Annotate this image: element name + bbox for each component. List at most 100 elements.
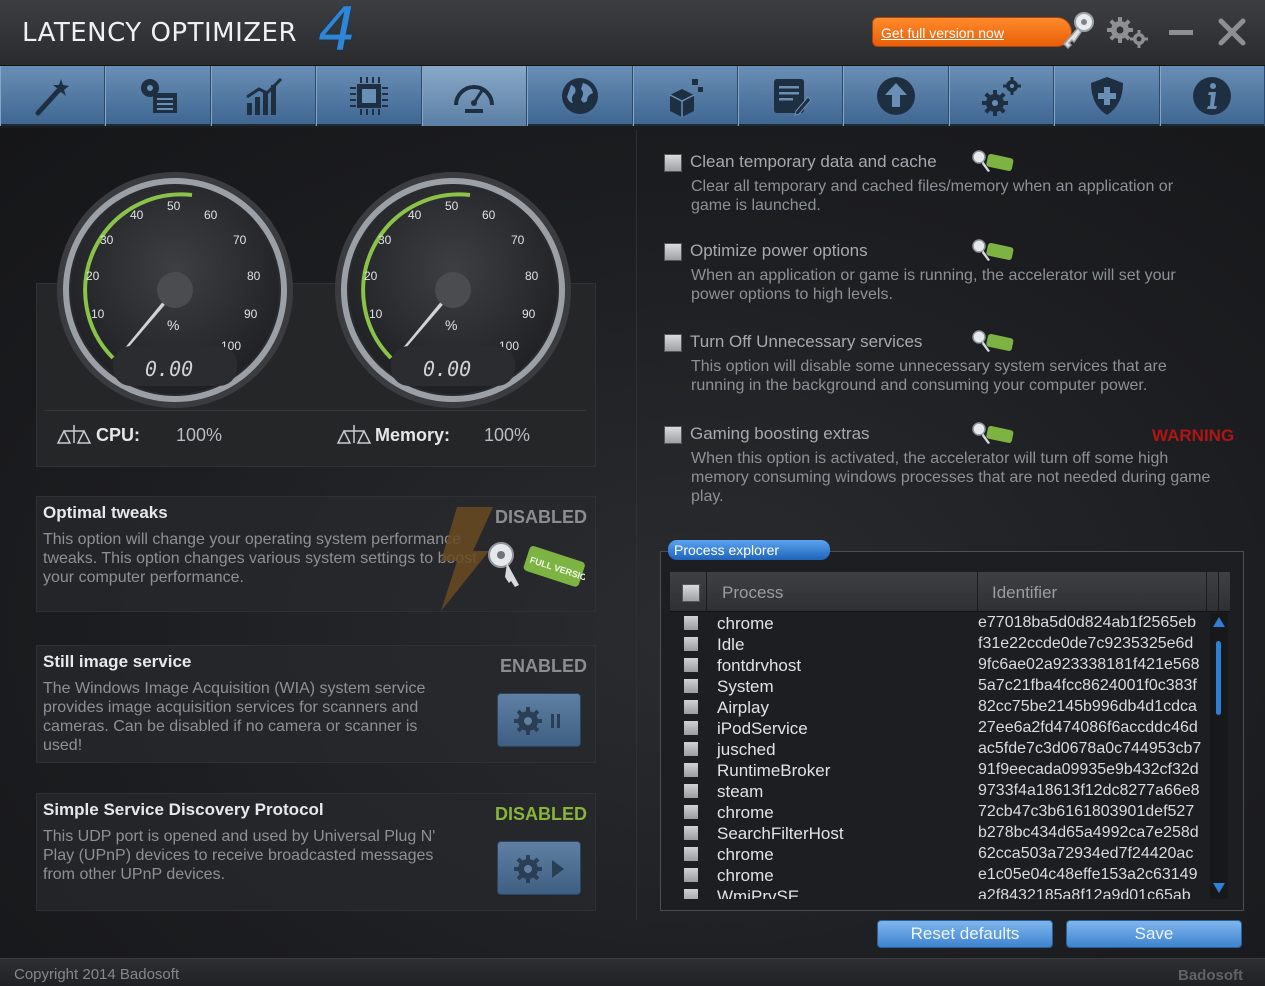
process-identifier: b278bc434d65a4992ca7e258d bbox=[978, 824, 1199, 841]
globe-icon bbox=[561, 78, 598, 114]
cpu-label: CPU: bbox=[96, 425, 140, 446]
row-checkbox[interactable] bbox=[684, 889, 698, 899]
cpu-readout: 0.00 bbox=[145, 357, 193, 381]
gauge-tick: 40 bbox=[408, 208, 422, 222]
pause-service-button[interactable] bbox=[497, 693, 581, 747]
column-separator bbox=[1218, 572, 1219, 612]
clean-temp-checkbox[interactable] bbox=[664, 154, 682, 172]
scroll-up-arrow-icon[interactable] bbox=[1213, 617, 1225, 627]
process-identifier: 62cca503a72934ed7f24420ac bbox=[978, 845, 1194, 862]
toolbar-speedometer[interactable] bbox=[421, 66, 528, 126]
process-name: System bbox=[717, 677, 774, 696]
process-name: Airplay bbox=[717, 698, 769, 717]
reset-defaults-button[interactable]: Reset defaults bbox=[877, 920, 1053, 948]
row-checkbox[interactable] bbox=[684, 868, 698, 882]
process-identifier: 82cc75be2145b996db4d1cdca bbox=[978, 698, 1197, 715]
row-checkbox[interactable] bbox=[684, 847, 698, 861]
toolbar-protection[interactable] bbox=[1054, 66, 1160, 126]
copyright-text: Copyright 2014 Badosoft bbox=[14, 966, 180, 983]
memory-value: 100% bbox=[484, 425, 531, 445]
table-row[interactable]: iPodService 27ee6a2fd474086f6accddc46d bbox=[670, 718, 1208, 739]
process-identifier: 91f9eecada09935e9b432cf32d bbox=[978, 761, 1199, 778]
option-description: The Windows Image Acquisition (WIA) syst… bbox=[43, 680, 426, 754]
row-checkbox[interactable] bbox=[684, 721, 698, 735]
process-identifier: 9fc6ae02a923338181f421e568 bbox=[978, 656, 1200, 673]
still-image-service-panel: Still image service The Windows Image Ac… bbox=[36, 645, 596, 763]
process-name: chrome bbox=[717, 614, 774, 633]
column-header-process[interactable]: Process bbox=[722, 583, 783, 603]
process-table-body: chrome e77018ba5d0d824ab1f2565eb Idle f31e… bbox=[670, 613, 1208, 899]
scroll-down-arrow-icon[interactable] bbox=[1213, 883, 1225, 893]
bar-chart-icon bbox=[245, 77, 282, 115]
notes-icon bbox=[773, 79, 812, 116]
table-row[interactable]: fontdrvhost 9fc6ae02a923338181f421e568 bbox=[670, 655, 1208, 676]
toolbar-network[interactable] bbox=[527, 66, 633, 126]
toolbar-wizard[interactable] bbox=[0, 66, 106, 126]
table-row[interactable]: chrome 62cca503a72934ed7f24420ac bbox=[670, 844, 1208, 865]
table-row[interactable]: chrome e77018ba5d0d824ab1f2565eb bbox=[670, 613, 1208, 634]
power-options-checkbox[interactable] bbox=[664, 243, 682, 261]
row-checkbox[interactable] bbox=[684, 784, 698, 798]
table-row[interactable]: chrome 72cb47c3b6161803901def527 bbox=[670, 802, 1208, 823]
process-identifier: 27ee6a2fd474086f6accddc46d bbox=[978, 719, 1198, 736]
full-version-key-icon bbox=[972, 239, 1014, 261]
table-row[interactable]: System 5a7c21fba4fcc8624001f0c383f bbox=[670, 676, 1208, 697]
process-identifier: 72cb47c3b6161803901def527 bbox=[978, 803, 1195, 820]
column-header-identifier[interactable]: Identifier bbox=[992, 583, 1057, 603]
close-icon[interactable] bbox=[1216, 16, 1248, 48]
row-checkbox[interactable] bbox=[684, 805, 698, 819]
toolbar-modules[interactable] bbox=[632, 66, 738, 126]
toolbar-notes[interactable] bbox=[737, 66, 844, 126]
cubes-icon bbox=[669, 79, 704, 117]
scroll-thumb[interactable] bbox=[1216, 641, 1221, 715]
process-name: WmiPrvSE bbox=[717, 887, 800, 899]
table-row[interactable]: SearchFilterHost b278bc434d65a4992ca7e258… bbox=[670, 823, 1208, 844]
row-checkbox[interactable] bbox=[684, 658, 698, 672]
toolbar-cpu[interactable] bbox=[316, 66, 422, 126]
settings-gear-icon[interactable] bbox=[1106, 15, 1150, 49]
table-row[interactable]: RuntimeBroker 91f9eecada09935e9b432cf32d bbox=[670, 760, 1208, 781]
save-button[interactable]: Save bbox=[1066, 920, 1242, 948]
toolbar-settings-list[interactable] bbox=[105, 66, 211, 126]
toolbar-statistics[interactable] bbox=[210, 66, 317, 126]
table-row[interactable]: Airplay 82cc75be2145b996db4d1cdca bbox=[670, 697, 1208, 718]
table-row[interactable]: WmiPrvSE a2f8432185a8f12a9d01c65ab bbox=[670, 886, 1208, 899]
gauge-tick: 20 bbox=[364, 269, 378, 283]
balance-scale-icon bbox=[336, 425, 372, 444]
ssdp-panel: Simple Service Discovery Protocol This U… bbox=[36, 793, 596, 911]
services-checkbox[interactable] bbox=[664, 334, 682, 352]
option-title: Optimize power options bbox=[690, 241, 868, 260]
row-checkbox[interactable] bbox=[684, 826, 698, 840]
balance-scale-icon bbox=[56, 425, 92, 444]
table-row[interactable]: steam 9733f4a18613f12dc8277a66e8 bbox=[670, 781, 1208, 802]
process-explorer-tab[interactable]: Process explorer bbox=[668, 540, 830, 560]
toolbar-update[interactable] bbox=[843, 66, 949, 126]
process-list-scrollbar[interactable] bbox=[1210, 613, 1228, 899]
start-service-button[interactable] bbox=[497, 841, 581, 895]
gauge-tick: 70 bbox=[233, 233, 247, 247]
row-checkbox[interactable] bbox=[684, 742, 698, 756]
row-checkbox[interactable] bbox=[684, 700, 698, 714]
table-row[interactable]: jusched ac5fde7c3d0678a0c744953cb7 bbox=[670, 739, 1208, 760]
gear-play-icon bbox=[514, 855, 564, 883]
column-separator bbox=[977, 572, 978, 612]
toolbar-info[interactable] bbox=[1159, 66, 1265, 126]
table-row[interactable]: Idle f31e22ccde0de7c9235325e6d bbox=[670, 634, 1208, 655]
minimize-icon[interactable] bbox=[1168, 20, 1194, 44]
row-checkbox[interactable] bbox=[684, 616, 698, 630]
gauge-tick: 60 bbox=[482, 208, 496, 222]
gaming-extras-checkbox[interactable] bbox=[664, 426, 682, 444]
toolbar-advanced-settings[interactable] bbox=[948, 66, 1055, 126]
option-description: When this option is activated, the accel… bbox=[691, 450, 1211, 505]
gauge-tick: 80 bbox=[525, 269, 539, 283]
row-checkbox[interactable] bbox=[684, 637, 698, 651]
row-checkbox[interactable] bbox=[684, 763, 698, 777]
full-version-key-badge: FULL VERSION bbox=[488, 542, 585, 587]
row-checkbox[interactable] bbox=[684, 679, 698, 693]
get-full-version-button[interactable]: Get full version now bbox=[872, 17, 1072, 47]
process-table-header: Process Identifier bbox=[670, 572, 1230, 612]
speedometer-icon bbox=[454, 85, 495, 113]
get-full-version-link[interactable]: Get full version now bbox=[881, 25, 1004, 41]
select-all-checkbox[interactable] bbox=[682, 584, 700, 602]
table-row[interactable]: chrome e1c05e04c48effe153a2c63149 bbox=[670, 865, 1208, 886]
